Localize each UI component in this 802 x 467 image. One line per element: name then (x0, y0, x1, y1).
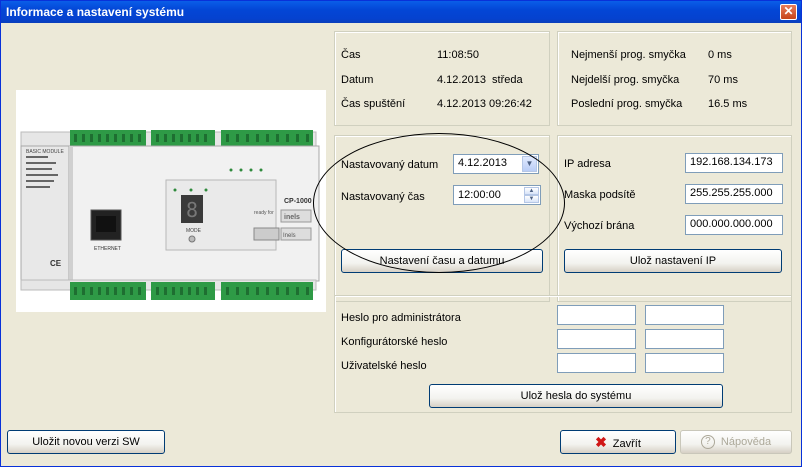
time-spinner-value: 12:00:00 (458, 189, 501, 201)
close-button[interactable]: ✖ Zavřít (560, 430, 676, 454)
segment-digit: 8 (186, 198, 198, 222)
max-loop-value: 70 ms (708, 74, 738, 86)
last-loop-label: Poslední prog. smyčka (571, 98, 683, 110)
user-password-label: Uživatelské heslo (341, 360, 427, 372)
controller-illustration: BASIC MODULE ETHERNET 8 MODE CP-1000 ine… (20, 130, 320, 300)
client-area: BASIC MODULE ETHERNET 8 MODE CP-1000 ine… (4, 23, 798, 464)
red-x-icon: ✖ (595, 434, 607, 450)
admin-password-input[interactable] (557, 305, 636, 325)
ip-label: IP adresa (564, 158, 611, 170)
date-value: 4.12.2013 středa (437, 74, 523, 86)
admin-password-label: Heslo pro administrátora (341, 312, 461, 324)
window-close-button[interactable]: ✕ (780, 4, 797, 20)
save-ip-button[interactable]: Ulož nastavení IP (564, 249, 782, 273)
small-brand-text: Inels (283, 233, 296, 239)
last-loop-value: 16.5 ms (708, 98, 748, 110)
loop-stats-group: Nejmenší prog. smyčka 0 ms Nejdelší prog… (557, 31, 792, 126)
start-time-label: Čas spuštění (341, 98, 406, 110)
device-photo: BASIC MODULE ETHERNET 8 MODE CP-1000 ine… (16, 90, 326, 312)
status-group: Čas 11:08:50 Datum 4.12.2013 středa Čas … (334, 31, 550, 126)
port-label: ETHERNET (94, 246, 121, 252)
time-value: 11:08:50 (437, 49, 480, 61)
update-sw-button[interactable]: Uložit novou verzi SW (7, 430, 165, 454)
mode-button-icon (188, 235, 196, 243)
time-label: Čas (341, 49, 361, 61)
time-spinner[interactable]: 12:00:00 ▲ ▼ (453, 185, 541, 205)
gateway-input[interactable]: 000.000.000.000 (685, 215, 783, 235)
help-button[interactable]: ? Nápověda (680, 430, 792, 454)
set-datetime-button[interactable]: Nastavení času a datumu (341, 249, 543, 273)
user-password-confirm-input[interactable] (645, 353, 724, 373)
window-title: Informace a nastavení systému (6, 5, 185, 19)
spin-up-icon[interactable]: ▲ (524, 187, 539, 195)
min-loop-value: 0 ms (708, 49, 732, 61)
ip-input[interactable]: 192.168.134.173 (685, 153, 783, 173)
chevron-down-icon[interactable]: ▼ (522, 156, 537, 172)
config-password-confirm-input[interactable] (645, 329, 724, 349)
module-text: BASIC MODULE (26, 149, 64, 155)
question-icon: ? (700, 435, 715, 450)
ce-mark-icon: CE (50, 259, 62, 268)
close-button-label: Zavřít (612, 438, 641, 450)
admin-password-confirm-input[interactable] (645, 305, 724, 325)
password-group: Heslo pro administrátora Konfigurátorské… (334, 295, 792, 413)
network-group: IP adresa 192.168.134.173 Maska podsítě … (557, 135, 792, 302)
mode-label: MODE (186, 228, 202, 234)
user-password-input[interactable] (557, 353, 636, 373)
config-password-label: Konfigurátorské heslo (341, 336, 448, 348)
ready-label: ready for (254, 210, 274, 216)
start-time-value: 4.12.2013 09:26:42 (437, 98, 532, 110)
config-password-input[interactable] (557, 329, 636, 349)
max-loop-label: Nejdelší prog. smyčka (571, 74, 680, 86)
set-date-label: Nastavovaný datum (341, 159, 439, 171)
date-picker[interactable]: 4.12.2013 ▼ (453, 154, 539, 174)
mask-input[interactable]: 255.255.255.000 (685, 184, 783, 204)
set-time-label: Nastavovaný čas (341, 191, 425, 203)
date-label: Datum (341, 74, 374, 86)
spin-down-icon[interactable]: ▼ (524, 195, 539, 203)
datetime-group: Nastavovaný datum 4.12.2013 ▼ Nastavovan… (334, 135, 550, 302)
dialog-window: Informace a nastavení systému ✕ BASIC MO… (0, 0, 802, 467)
help-button-label: Nápověda (720, 436, 772, 448)
min-loop-label: Nejmenší prog. smyčka (571, 49, 686, 61)
save-passwords-button[interactable]: Ulož hesla do systému (429, 384, 723, 408)
model-text: CP-1000 (284, 198, 312, 205)
title-bar[interactable]: Informace a nastavení systému ✕ (1, 1, 801, 23)
mask-label: Maska podsítě (564, 189, 636, 201)
date-picker-value: 4.12.2013 (458, 157, 507, 169)
brand-text: inels (284, 214, 300, 221)
gateway-label: Výchozí brána (564, 220, 635, 232)
